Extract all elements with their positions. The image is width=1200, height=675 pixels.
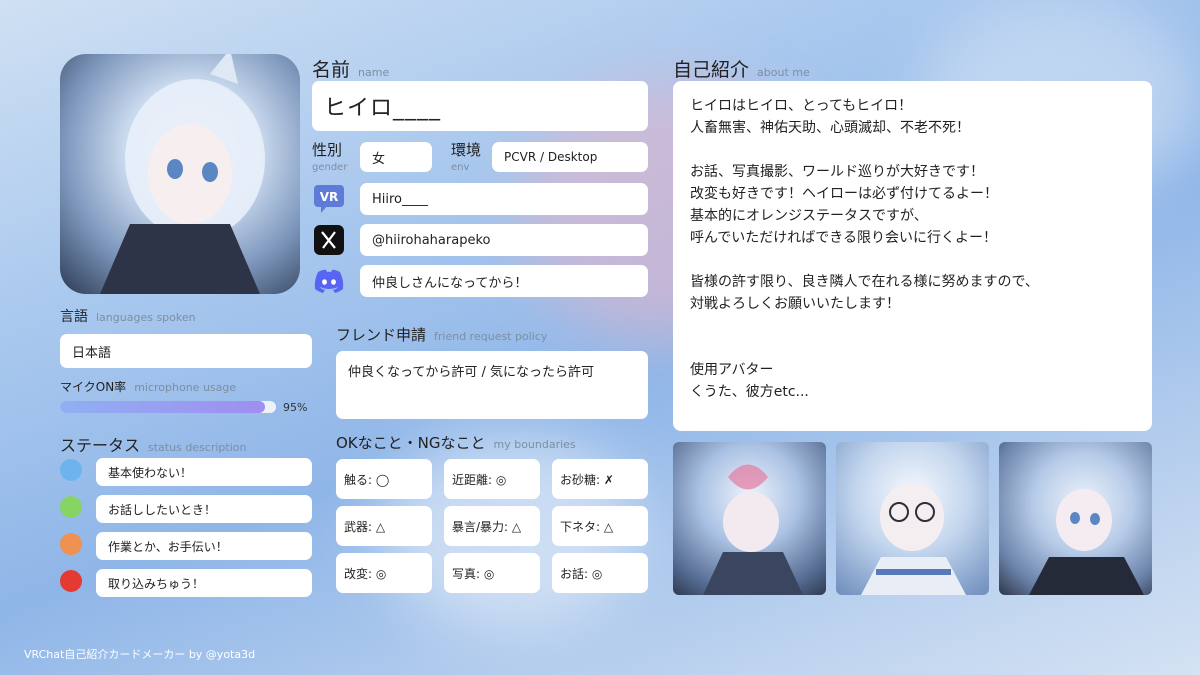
boundary-cell: お話: ◎: [552, 553, 648, 593]
about-text: ヒイロはヒイロ、とってもヒイロ！ 人畜無害、神佑天助、心頭滅却、不老不死！ お話、写…: [690, 95, 1039, 403]
languages-label: 言語 languages spoken: [60, 309, 196, 325]
about-line: 基本的にオレンジステータスですが、: [690, 208, 928, 224]
about-line: お話、写真撮影、ワールド巡りが大好きです！: [690, 164, 984, 180]
env-label: 環境 env: [451, 141, 482, 174]
status-label: ステータス status description: [60, 436, 247, 455]
boundary-cell: 触る: ◯: [336, 459, 432, 499]
discord-icon: [312, 265, 346, 297]
gallery-photo-2: [836, 442, 989, 595]
gallery-photo-1: [673, 442, 826, 595]
about-line: [690, 337, 1039, 359]
mic-progress-fill: [60, 401, 266, 413]
gender-field: 女: [360, 142, 432, 172]
status-text-field: 作業とか、お手伝い！: [96, 532, 312, 560]
about-card: ヒイロはヒイロ、とってもヒイロ！ 人畜無害、神佑天助、心頭滅却、不老不死！ お話、写…: [673, 81, 1152, 431]
about-label: 自己紹介 about me: [673, 59, 810, 81]
status-color-dot: [60, 570, 82, 592]
mic-label: マイクON率 microphone usage: [60, 380, 237, 394]
about-line: [690, 315, 1039, 337]
status-color-dot: [60, 459, 82, 481]
boundary-cell: 改変: ◎: [336, 553, 432, 593]
x-field: @hiirohaharapeko: [360, 224, 648, 256]
about-line: ヒイロはヒイロ、とってもヒイロ！: [690, 98, 913, 114]
boundary-cell: 下ネタ: △: [552, 506, 648, 546]
svg-text:VR: VR: [320, 190, 339, 204]
name-label: 名前 name: [312, 59, 390, 81]
boundaries-label: OKなこと・NGなこと my boundaries: [336, 434, 576, 452]
friend-request-label: フレンド申請 friend request policy: [336, 326, 548, 344]
profile-photo: [60, 54, 300, 294]
about-line: 皆様の許す限り、良き隣人で在れる様に努めますので、: [690, 274, 1039, 290]
avatar-illustration: [100, 54, 265, 294]
status-text-field: 基本使わない！: [96, 458, 312, 486]
footer-credit: VRChat自己紹介カードメーカー by @yota3d: [24, 648, 256, 661]
mic-progress-track: [60, 401, 276, 413]
gallery-photo-3: [999, 442, 1152, 595]
x-logo-icon: [312, 224, 346, 256]
discord-field: 仲良しさんになってから！: [360, 265, 648, 297]
name-field: ヒイロ____: [312, 81, 648, 131]
languages-field: 日本語: [60, 334, 312, 368]
status-color-dot: [60, 496, 82, 518]
boundary-cell: 近距離: ◎: [444, 459, 540, 499]
mic-percent: 95%: [283, 401, 308, 414]
vrchat-field: Hiiro____: [360, 183, 648, 215]
boundary-cell: 武器: △: [336, 506, 432, 546]
boundary-cell: 暴言/暴力: △: [444, 506, 540, 546]
about-line: くうた、彼方etc...: [690, 384, 809, 400]
gender-label: 性別 gender: [312, 141, 348, 174]
status-text-field: お話ししたいとき！: [96, 495, 312, 523]
status-text-field: 取り込みちゅう！: [96, 569, 312, 597]
about-line: 呼んでいただければできる限り会いに行くよー！: [690, 230, 998, 246]
friend-request-field: 仲良くなってから許可 / 気になったら許可: [336, 351, 648, 419]
about-line: [690, 139, 1039, 161]
about-line: 人畜無害、神佑天助、心頭滅却、不老不死！: [690, 120, 970, 136]
vrchat-icon: VR: [312, 183, 346, 215]
status-color-dot: [60, 533, 82, 555]
about-line: 使用アバター: [690, 362, 774, 378]
about-line: [690, 249, 1039, 271]
boundary-cell: お砂糖: ✗: [552, 459, 648, 499]
about-line: 改変も好きです！ヘイローは必ず付けてるよー！: [690, 186, 998, 202]
boundary-cell: 写真: ◎: [444, 553, 540, 593]
about-line: 対戦よろしくお願いいたします！: [690, 296, 900, 312]
env-field: PCVR / Desktop: [492, 142, 648, 172]
